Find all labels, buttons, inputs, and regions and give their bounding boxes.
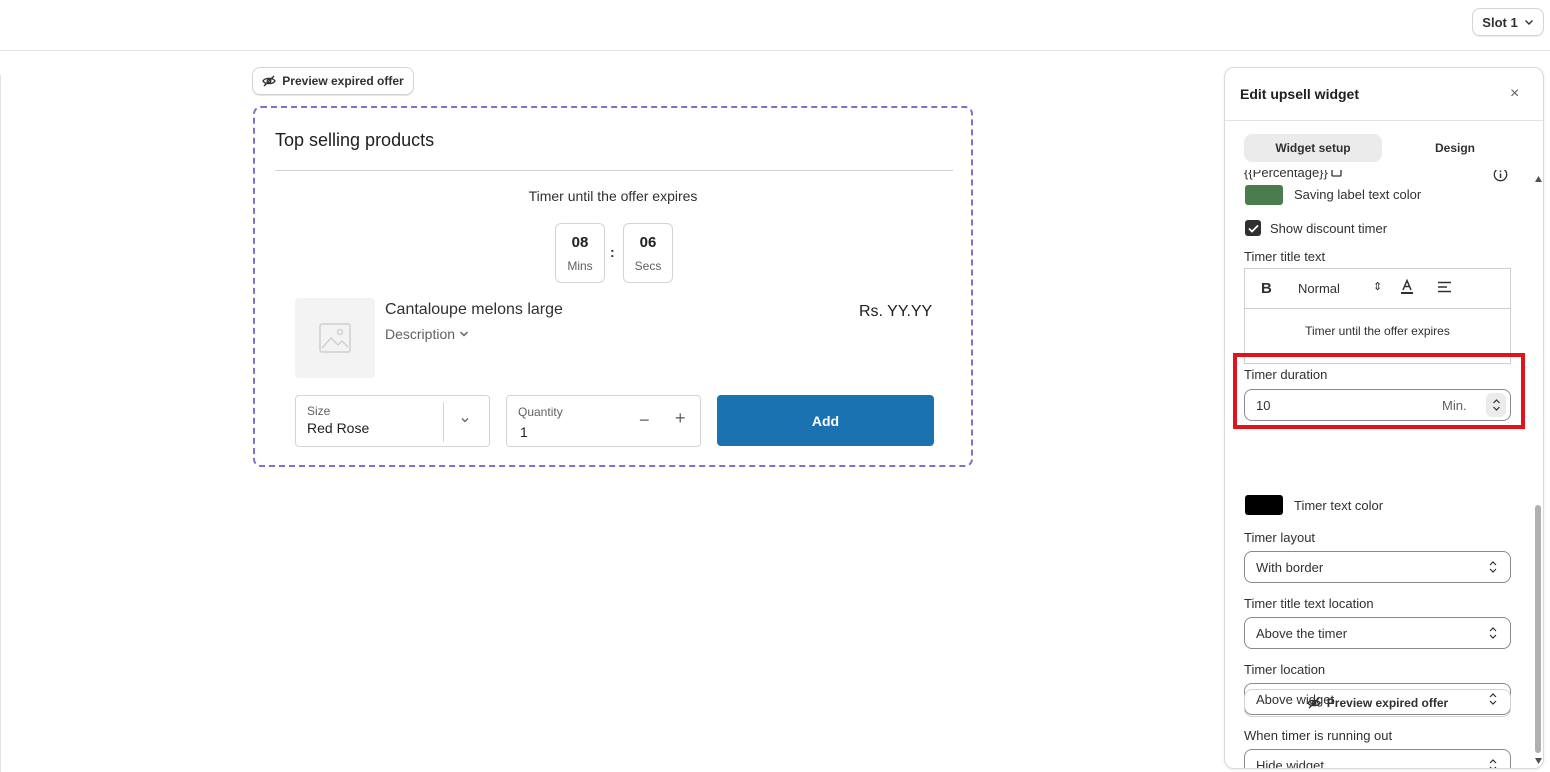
align-left-icon[interactable] [1437, 281, 1452, 293]
copy-icon[interactable] [1331, 170, 1343, 177]
product-name: Cantaloupe melons large [385, 301, 563, 318]
text-color-icon[interactable] [1400, 279, 1414, 295]
slot-selector[interactable]: Slot 1 [1472, 8, 1544, 36]
quantity-decrease-button[interactable]: − [639, 410, 650, 431]
updown-arrows-icon[interactable]: ⇕ [1373, 280, 1382, 293]
product-image-placeholder [295, 298, 375, 378]
saving-label-text-color-label: Saving label text color [1294, 187, 1422, 202]
scroll-up-arrow-icon[interactable] [1535, 176, 1542, 182]
quantity-increase-button[interactable]: + [675, 408, 686, 429]
product-price: Rs. YY.YY [859, 303, 933, 320]
timer-title: Timer until the offer expires [528, 188, 698, 204]
timer-title-editor: B Normal ⇕ Timer until the offer expires [1244, 268, 1511, 364]
select-arrows-icon [1489, 561, 1497, 573]
timer-duration-input[interactable]: 10 Min. [1244, 389, 1511, 421]
timer-title-location-select[interactable]: Above the timer [1244, 617, 1511, 649]
eye-off-icon [1307, 697, 1321, 709]
timer-secs-value: 06 [639, 234, 657, 251]
timer-text-color-label: Timer text color [1294, 498, 1384, 513]
show-discount-timer-checkbox[interactable] [1245, 220, 1261, 236]
checkmark-icon [1247, 224, 1259, 233]
timer-text-color-swatch[interactable] [1245, 495, 1283, 515]
preview-expired-offer-button[interactable]: Preview expired offer [252, 67, 414, 95]
timer-layout-label: Timer layout [1244, 530, 1316, 545]
percentage-token: {{Percentage}} [1244, 170, 1343, 180]
widget-title: Top selling products [275, 130, 435, 150]
editor-toolbar: B Normal ⇕ [1245, 269, 1510, 309]
panel-divider [1225, 120, 1543, 121]
chevron-up-icon[interactable] [1492, 398, 1501, 405]
chevron-down-icon[interactable] [1492, 405, 1501, 412]
timer-duration-unit: Min. [1442, 398, 1467, 413]
timer-duration-spinner[interactable] [1486, 393, 1506, 417]
quantity-stepper[interactable]: Quantity 1 − + [506, 395, 701, 447]
chevron-down-icon [461, 418, 469, 423]
select-arrows-icon [1489, 627, 1497, 639]
timer-mins-label: Mins [567, 259, 593, 273]
quantity-label: Quantity [518, 405, 563, 419]
product-description-toggle[interactable]: Description [385, 326, 469, 342]
add-button[interactable]: Add [717, 395, 934, 446]
show-discount-timer-label: Show discount timer [1270, 221, 1388, 236]
timer-secs-box: 06 Secs [623, 223, 673, 283]
scroll-down-arrow-icon[interactable] [1535, 758, 1542, 764]
close-icon[interactable]: × [1510, 85, 1519, 103]
panel-title: Edit upsell widget [1240, 86, 1360, 102]
panel-preview-expired-offer-label: Preview expired offer [1326, 696, 1449, 710]
size-select[interactable]: Size Red Rose [295, 395, 490, 447]
product-description-label: Description [385, 326, 456, 342]
running-out-select[interactable]: Hide widget [1244, 749, 1511, 769]
timer-mins-value: 08 [571, 234, 589, 251]
preview-expired-offer-label: Preview expired offer [282, 74, 404, 88]
timer-secs-label: Secs [634, 259, 662, 273]
size-select-divider [443, 402, 444, 442]
eye-off-icon [262, 75, 277, 87]
percentage-token-text: {{Percentage}} [1244, 170, 1328, 180]
quantity-value[interactable]: 1 [520, 424, 528, 440]
image-placeholder-icon [319, 323, 351, 353]
upsell-widget[interactable]: Top selling products Timer until the off… [253, 106, 973, 467]
timer-duration-label: Timer duration [1244, 367, 1328, 382]
running-out-label: When timer is running out [1244, 728, 1393, 743]
widget-divider [275, 170, 953, 171]
info-icon[interactable] [1493, 170, 1508, 182]
tab-design[interactable]: Design [1386, 134, 1524, 162]
running-out-value: Hide widget [1256, 758, 1324, 769]
timer-layout-value: With border [1256, 560, 1324, 575]
select-arrows-icon [1489, 759, 1497, 768]
chevron-down-icon [1524, 20, 1533, 25]
panel-preview-expired-offer-button[interactable]: Preview expired offer [1244, 689, 1511, 717]
timer-title-location-label: Timer title text location [1244, 596, 1374, 611]
left-divider [0, 75, 1, 772]
slot-label: Slot 1 [1482, 14, 1518, 30]
text-style-select[interactable]: Normal [1298, 281, 1340, 296]
bold-button[interactable]: B [1261, 280, 1272, 297]
top-bar: Slot 1 [0, 0, 1550, 51]
timer-title-text-label: Timer title text [1244, 249, 1326, 264]
size-value: Red Rose [307, 420, 370, 436]
chevron-down-icon [460, 331, 469, 337]
timer-location-label: Timer location [1244, 662, 1326, 677]
panel-scrollbar-thumb[interactable] [1535, 505, 1541, 753]
size-label: Size [307, 404, 331, 418]
timer-title-location-value: Above the timer [1256, 626, 1348, 641]
panel-scroll-area: {{Percentage}} Saving label text color S… [1225, 170, 1543, 769]
saving-label-color-swatch[interactable] [1245, 185, 1283, 205]
timer-layout-select[interactable]: With border [1244, 551, 1511, 583]
edit-upsell-widget-panel: Edit upsell widget × Widget setup Design… [1224, 67, 1544, 769]
timer-duration-value[interactable]: 10 [1256, 398, 1270, 413]
timer-colon: : [610, 244, 615, 260]
timer-title-editor-content[interactable]: Timer until the offer expires [1245, 324, 1510, 338]
timer-mins-box: 08 Mins [555, 223, 605, 283]
tab-widget-setup[interactable]: Widget setup [1244, 134, 1382, 162]
